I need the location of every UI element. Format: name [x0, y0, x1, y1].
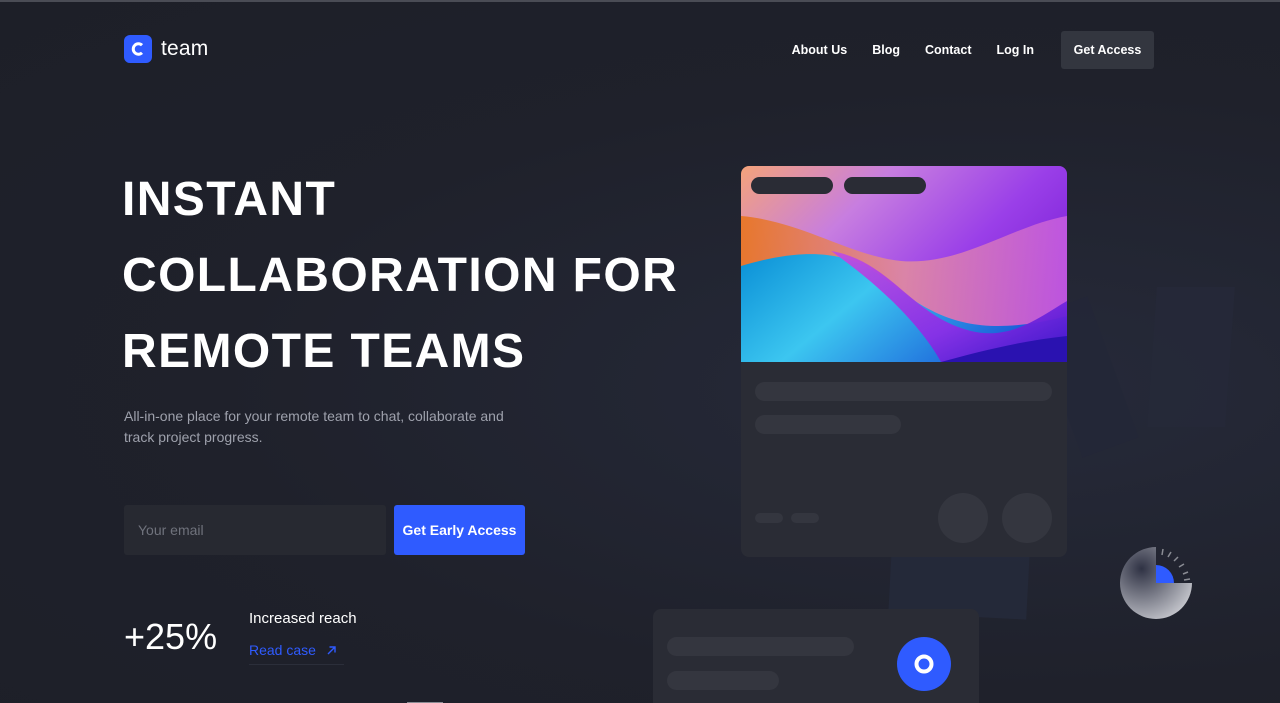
stat-value: +25% [124, 616, 218, 657]
nav-blog[interactable]: Blog [872, 43, 900, 57]
gradient-artwork [741, 166, 1067, 362]
get-early-access-button[interactable]: Get Early Access [394, 505, 525, 555]
placeholder-line [755, 415, 901, 434]
main-nav: About Us Blog Contact Log In Get Access [792, 31, 1154, 69]
placeholder-tag [755, 513, 783, 523]
email-input[interactable] [124, 505, 386, 555]
get-access-button[interactable]: Get Access [1061, 31, 1154, 69]
logo[interactable]: team [124, 35, 209, 63]
nav-about-us[interactable]: About Us [792, 43, 848, 57]
placeholder-line [667, 637, 854, 656]
hero-title-line: REMOTE TEAMS [122, 325, 526, 378]
placeholder-pill [844, 177, 926, 194]
background-shape [1147, 287, 1235, 427]
hero-title-line: INSTANT [122, 173, 337, 226]
landing-page: team About Us Blog Contact Log In Get Ac… [0, 0, 1280, 703]
preview-card [741, 166, 1067, 557]
hero-title-line: COLLABORATION FOR [122, 249, 679, 302]
hero-subtitle: All-in-one place for your remote team to… [124, 408, 504, 445]
logo-text: team [161, 37, 209, 60]
stat-label: Increased reach [249, 610, 357, 627]
c-logo-icon [124, 35, 152, 63]
read-case-label: Read case [249, 642, 316, 658]
hero-title: INSTANT COLLABORATION FOR REMOTE TEAMS [122, 162, 722, 390]
avatar-placeholder [1002, 493, 1052, 543]
arrow-up-right-icon [327, 645, 336, 654]
ring-icon [914, 654, 934, 674]
ring-icon-button[interactable] [897, 637, 951, 691]
read-case-link[interactable]: Read case [249, 642, 344, 665]
pie-widget-icon [1120, 547, 1192, 619]
notification-card [653, 609, 979, 703]
nav-log-in[interactable]: Log In [997, 43, 1035, 57]
placeholder-line [755, 382, 1052, 401]
avatar-placeholder [938, 493, 988, 543]
placeholder-tag [791, 513, 819, 523]
placeholder-pill [751, 177, 833, 194]
placeholder-line [667, 671, 779, 690]
nav-contact[interactable]: Contact [925, 43, 972, 57]
